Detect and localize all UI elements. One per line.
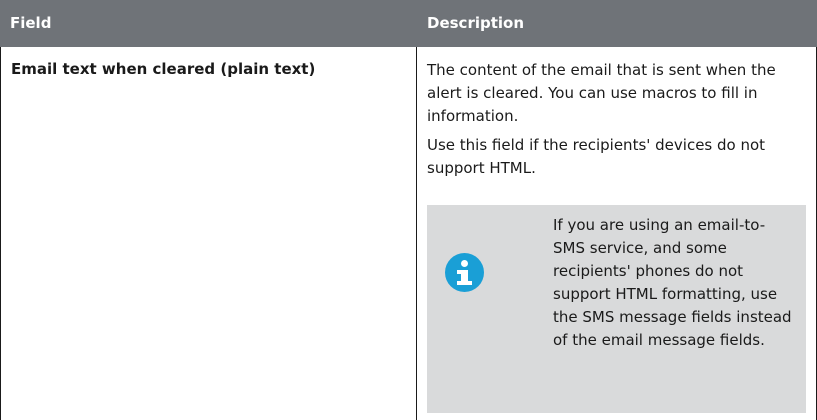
table-row: Email text when cleared (plain text) The… bbox=[0, 47, 817, 420]
table-header-row: Field Description bbox=[0, 0, 817, 47]
description-cell: The content of the email that is sent wh… bbox=[416, 47, 817, 420]
info-note: If you are using an email-to-SMS service… bbox=[427, 205, 806, 413]
header-description: Description bbox=[427, 14, 525, 32]
field-name: Email text when cleared (plain text) bbox=[11, 60, 316, 78]
field-cell: Email text when cleared (plain text) bbox=[0, 47, 417, 420]
info-icon bbox=[445, 253, 484, 292]
note-text: If you are using an email-to-SMS service… bbox=[553, 216, 792, 349]
description-paragraph: The content of the email that is sent wh… bbox=[427, 61, 776, 125]
field-description-table: Field Description Email text when cleare… bbox=[0, 0, 817, 420]
description-paragraph: Use this field if the recipients' device… bbox=[427, 136, 766, 177]
header-field: Field bbox=[10, 14, 52, 32]
